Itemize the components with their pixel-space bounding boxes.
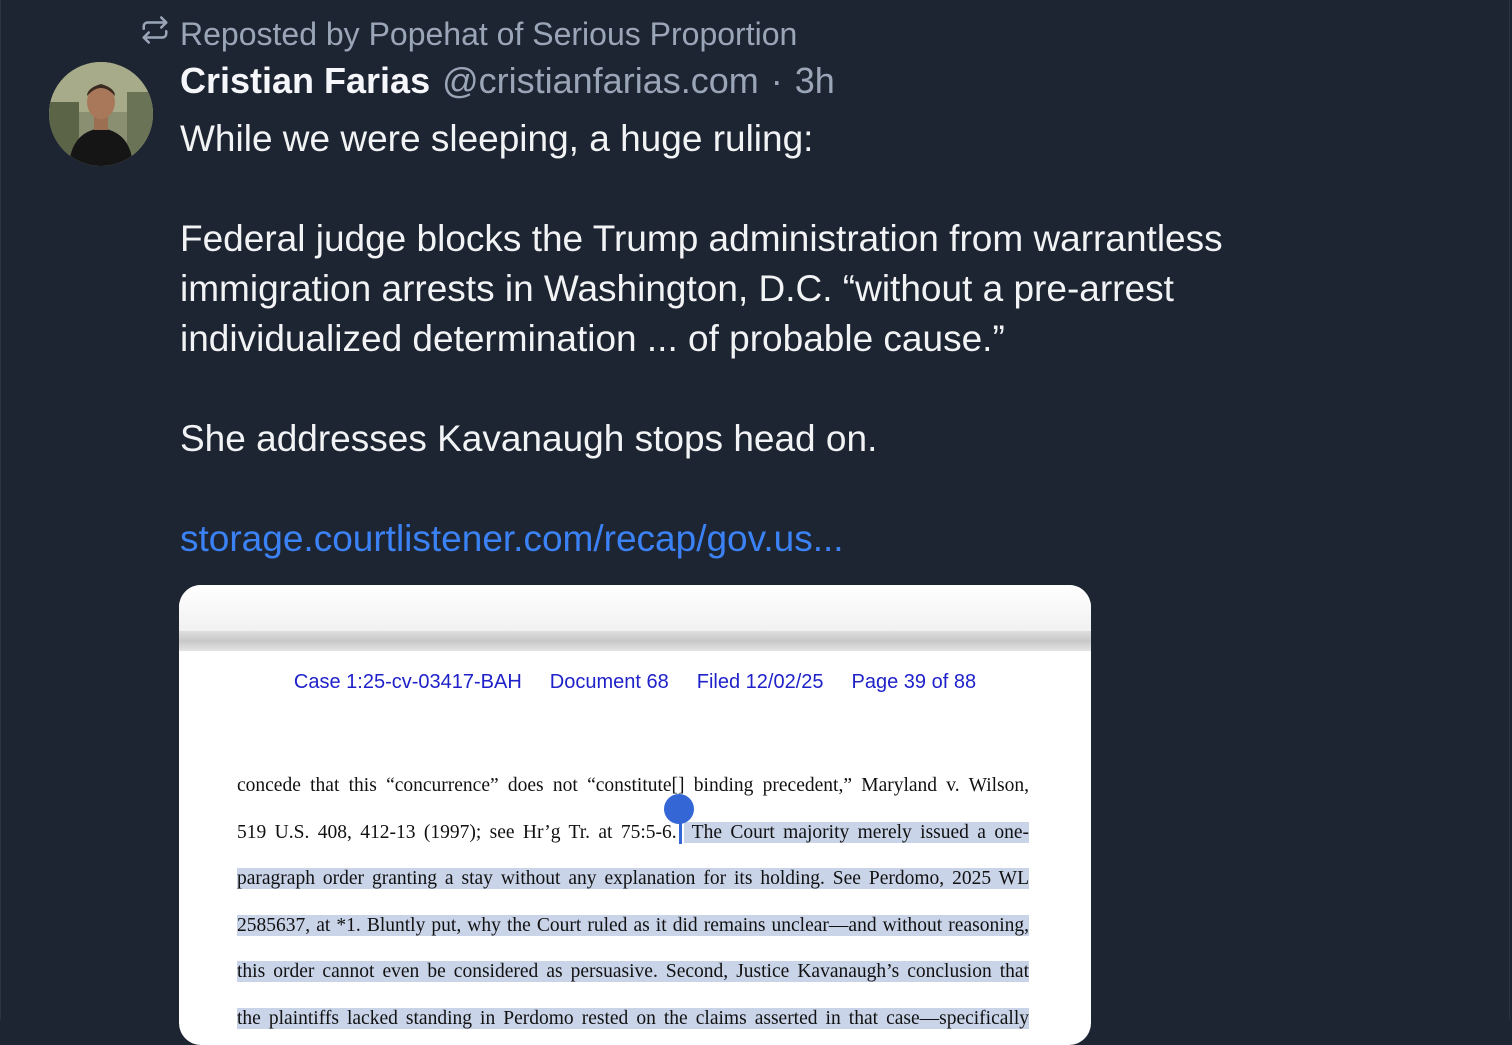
page-break-divider [179,631,1091,651]
image-attachment[interactable]: Case 1:25-cv-03417-BAH Document 68 Filed… [179,585,1091,1045]
post-body: While we were sleeping, a huge ruling: F… [180,114,1380,564]
filed-date: Filed 12/02/25 [696,671,824,693]
selected-text: the plaintiffs lacked standing in Perdom… [237,1007,1029,1029]
document-header: Case 1:25-cv-03417-BAH Document 68 Filed… [179,671,1091,694]
repost-icon [140,15,170,53]
right-border [1509,0,1510,1020]
document-line: 519 U.S. 408, 412-13 (1997); see Hr’g Tr… [237,816,1029,863]
document-top-margin [179,585,1091,631]
selected-text: 2585637, at *1. Bluntly put, why the Cou… [237,914,1029,936]
author-name[interactable]: Cristian Farias [180,60,430,102]
post-paragraph: She addresses Kavanaugh stops head on. [180,418,878,459]
post-paragraph: While we were sleeping, a huge ruling: [180,118,814,159]
post-timestamp[interactable]: 3h [795,60,835,102]
document-line-part: 519 U.S. 408, 412-13 (1997); see Hr’g Tr… [237,821,677,843]
repost-label: Reposted by Popehat of Serious Proportio… [180,15,798,52]
page-number: Page 39 of 88 [851,671,977,693]
selection-handle[interactable] [664,794,694,824]
document-number: Document 68 [549,671,669,693]
repost-indicator[interactable]: Reposted by Popehat of Serious Proportio… [140,14,797,54]
selected-text: paragraph order granting a stay without … [237,868,1029,890]
document-line: 2585637, at *1. Bluntly put, why the Cou… [237,909,1029,956]
left-border [0,0,1,1020]
avatar[interactable] [49,62,153,166]
author-handle[interactable]: @cristianfarias.com [442,60,759,102]
document-text: concede that this “concurrence” does not… [237,769,1029,1045]
separator-dot: · [770,60,783,101]
case-number: Case 1:25-cv-03417-BAH [293,671,522,693]
document-line: paragraph order granting a stay without … [237,862,1029,909]
document-line: concede that this “concurrence” does not… [237,775,1029,796]
post-link[interactable]: storage.courtlistener.com/recap/gov.us..… [180,518,844,559]
document-line: the plaintiffs lacked standing in Perdom… [237,1002,1029,1045]
selected-text: The Court majority merely issued a one- [683,821,1029,843]
post-paragraph: Federal judge blocks the Trump administr… [180,218,1223,359]
post-header: Cristian Farias @cristianfarias.com · 3h [180,60,835,106]
selected-text: this order cannot even be considered as … [237,961,1029,983]
document-line: this order cannot even be considered as … [237,955,1029,1002]
